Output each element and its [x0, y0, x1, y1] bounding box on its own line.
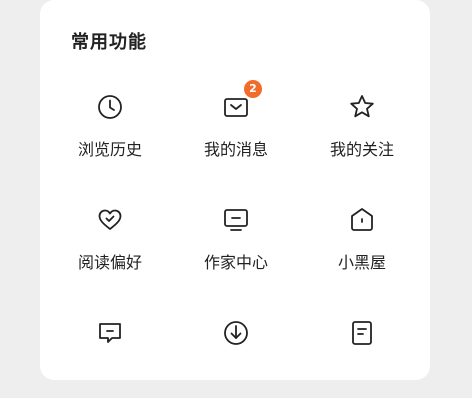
grid-item-browse-history[interactable]: 浏览历史	[50, 92, 170, 172]
clock-icon	[95, 92, 125, 122]
grid-item-label: 阅读偏好	[77, 253, 142, 272]
grid-item-my-follows[interactable]: 我的关注	[302, 92, 422, 172]
grid-item-reading-preference[interactable]: 阅读偏好	[50, 205, 170, 285]
grid-item-label: 我的消息	[203, 140, 268, 159]
grid-item-label: 作家中心	[203, 253, 268, 272]
grid-item-document[interactable]	[302, 318, 422, 398]
message-envelope-icon: 2	[221, 80, 262, 122]
grid-item-label: 浏览历史	[77, 140, 142, 159]
heart-check-icon	[95, 205, 125, 235]
unread-count-badge: 2	[244, 80, 262, 98]
grid-item-label: 小黑屋	[337, 253, 386, 272]
monitor-icon	[221, 205, 251, 235]
grid-item-label: 我的关注	[329, 140, 394, 159]
grid-item-downloads[interactable]	[176, 318, 296, 398]
grid-item-my-messages[interactable]: 2 我的消息	[176, 80, 296, 172]
download-icon	[221, 318, 251, 348]
star-icon	[347, 92, 377, 122]
grid-item-author-center[interactable]: 作家中心	[176, 205, 296, 285]
house-icon	[347, 205, 377, 235]
document-icon	[347, 318, 377, 348]
grid-item-feedback[interactable]	[50, 318, 170, 398]
grid-item-little-black-house[interactable]: 小黑屋	[302, 205, 422, 285]
chat-bubble-icon	[95, 318, 125, 348]
section-title: 常用功能	[71, 32, 147, 53]
